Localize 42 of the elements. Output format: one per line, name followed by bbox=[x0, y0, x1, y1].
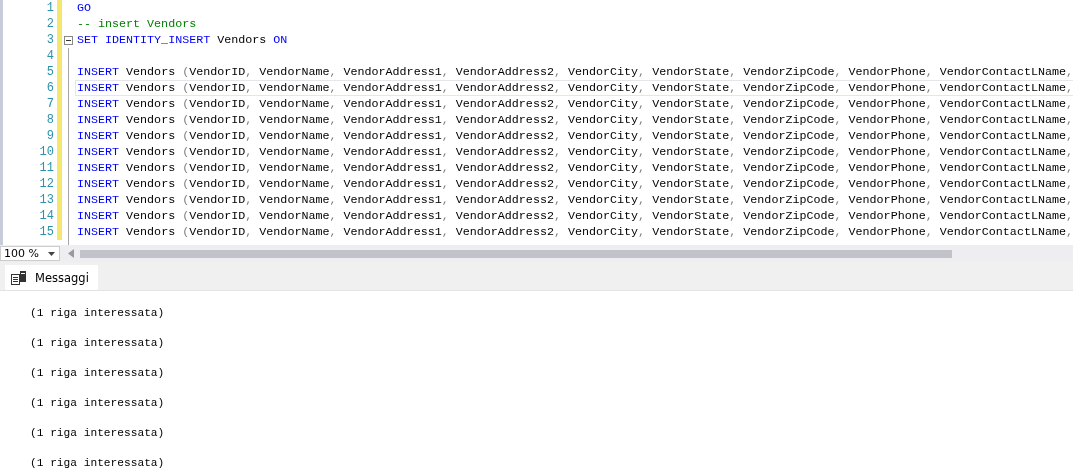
code-line: SET IDENTITY_INSERT Vendors ON bbox=[76, 33, 288, 47]
code-line: -- insert Vendors bbox=[76, 17, 197, 31]
code-line: INSERT Vendors (VendorID, VendorName, VendorAddress1, VendorAddress2, VendorCity, VendorState, VendorZipCode, VendorPhone, VendorContactLName, bbox=[76, 65, 1073, 79]
line-number: 2 bbox=[46, 16, 54, 32]
message-text: (1 riga interessata) bbox=[30, 366, 166, 381]
line-number: 9 bbox=[46, 128, 54, 144]
line-number: 6 bbox=[46, 80, 54, 96]
code-line: INSERT Vendors (VendorID, VendorName, VendorAddress1, VendorAddress2, VendorCity, VendorState, VendorZipCode, VendorPhone, VendorContactLName, bbox=[76, 177, 1073, 191]
zoom-dropdown[interactable]: 100 % bbox=[0, 246, 60, 261]
message-text: (1 riga interessata) bbox=[30, 336, 166, 351]
line-number: 15 bbox=[39, 224, 54, 240]
code-line: INSERT Vendors (VendorID, VendorName, VendorAddress1, VendorAddress2, VendorCity, VendorState, VendorZipCode, VendorPhone, VendorContactLName, bbox=[76, 145, 1073, 159]
code-line: INSERT Vendors (VendorID, VendorName, VendorAddress1, VendorAddress2, VendorCity, VendorState, VendorZipCode, VendorPhone, VendorContactLName, bbox=[76, 129, 1073, 143]
message-text: (1 riga interessata) bbox=[30, 456, 166, 471]
line-number: 1 bbox=[46, 0, 54, 16]
scroll-left-icon[interactable] bbox=[68, 249, 74, 258]
code-line: INSERT Vendors (VendorID, VendorName, VendorAddress1, VendorAddress2, VendorCity, VendorState, VendorZipCode, VendorPhone, VendorContactLName, bbox=[76, 113, 1073, 127]
code-line: INSERT Vendors (VendorID, VendorName, VendorAddress1, VendorAddress2, VendorCity, VendorState, VendorZipCode, VendorPhone, VendorContactLName, bbox=[76, 97, 1073, 111]
message-text: (1 riga interessata) bbox=[30, 426, 166, 441]
code-line: GO bbox=[76, 1, 91, 15]
caret-icon bbox=[48, 251, 55, 256]
line-number: 10 bbox=[39, 144, 54, 160]
code-line: INSERT Vendors (VendorID, VendorName, VendorAddress1, VendorAddress2, VendorCity, VendorState, VendorZipCode, VendorPhone, VendorContactLName, bbox=[76, 209, 1073, 223]
scrollbar-thumb[interactable] bbox=[80, 249, 952, 258]
line-number: 14 bbox=[39, 208, 54, 224]
collapse-icon[interactable] bbox=[63, 35, 73, 45]
line-number: 7 bbox=[46, 96, 54, 112]
line-number: 12 bbox=[39, 176, 54, 192]
line-number: 11 bbox=[39, 160, 54, 176]
document-icon bbox=[11, 270, 26, 285]
code-line: INSERT Vendors (VendorID, VendorName, VendorAddress1, VendorAddress2, VendorCity, VendorState, VendorZipCode, VendorPhone, VendorContactLName, bbox=[76, 161, 1073, 175]
line-number: 8 bbox=[46, 112, 54, 128]
line-number: 5 bbox=[46, 64, 54, 80]
line-number: 3 bbox=[46, 32, 54, 48]
line-number: 4 bbox=[46, 48, 54, 64]
messages-tab[interactable]: Messaggi bbox=[5, 265, 98, 290]
code-line: INSERT Vendors (VendorID, VendorName, VendorAddress1, VendorAddress2, VendorCity, VendorState, VendorZipCode, VendorPhone, VendorContactLName, bbox=[76, 81, 1073, 95]
code-line: INSERT Vendors (VendorID, VendorName, VendorAddress1, VendorAddress2, VendorCity, VendorState, VendorZipCode, VendorPhone, VendorContactLName, bbox=[76, 193, 1073, 207]
code-line: INSERT Vendors (VendorID, VendorName, VendorAddress1, VendorAddress2, VendorCity, VendorState, VendorZipCode, VendorPhone, VendorContactLName, bbox=[76, 225, 1073, 239]
line-number: 13 bbox=[39, 192, 54, 208]
message-text: (1 riga interessata) bbox=[30, 396, 166, 411]
message-text: (1 riga interessata) bbox=[30, 306, 166, 321]
